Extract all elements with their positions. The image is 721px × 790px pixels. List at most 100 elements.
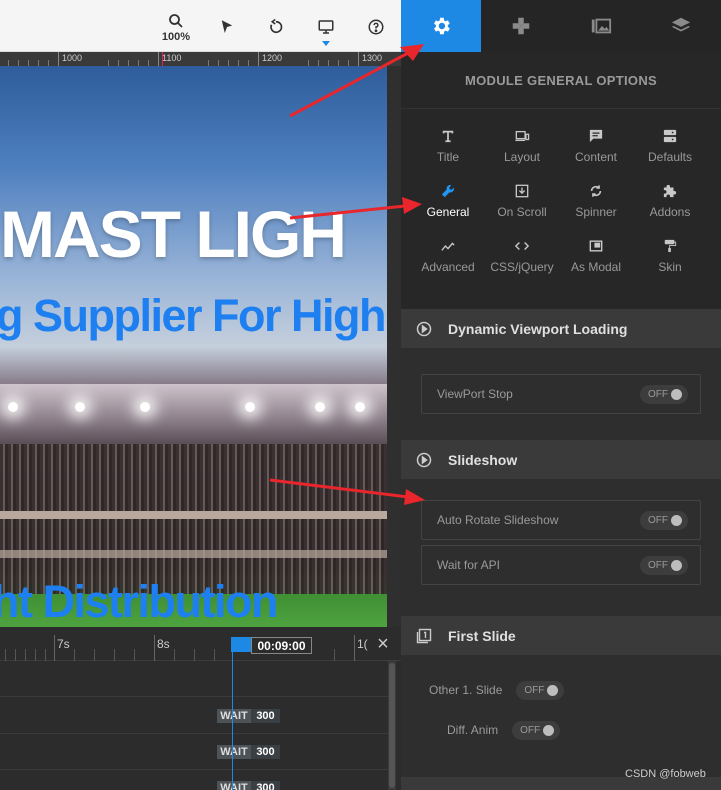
timeline-row[interactable] (0, 661, 388, 697)
option-addons[interactable]: Addons (630, 164, 710, 219)
module-options-grid: Title Layout Content Defaults General On… (401, 109, 721, 309)
toggle-knob (671, 560, 682, 571)
option-label: Content (574, 150, 618, 164)
playhead-handle[interactable] (231, 637, 251, 652)
wait-badge[interactable]: WAIT 300 (217, 781, 280, 790)
scrollbar-thumb[interactable] (389, 663, 395, 788)
option-on-scroll[interactable]: On Scroll (482, 164, 562, 219)
option-css-jquery[interactable]: CSS/jQuery (482, 219, 562, 274)
content-icon (589, 129, 603, 143)
timeline-label: 8s (157, 637, 170, 651)
wait-value: 300 (251, 781, 280, 790)
wait-badge[interactable]: WAIT 300 (217, 709, 280, 723)
slide-headline[interactable]: MAST LIGH (0, 196, 347, 272)
option-title[interactable]: Title (408, 109, 488, 164)
tab-layers[interactable] (641, 0, 721, 52)
timeline-row[interactable]: WAIT 300 (0, 734, 388, 770)
option-diff-anim: Diff. Anim OFF (447, 720, 561, 740)
timeline-row[interactable]: WAIT 300 (0, 698, 388, 734)
help-icon (368, 19, 384, 35)
viewport-stop-toggle[interactable]: OFF (640, 385, 688, 404)
play-circle-icon (416, 452, 432, 467)
option-as-modal[interactable]: As Modal (556, 219, 636, 274)
timeline-row[interactable]: WAIT 300 (0, 770, 388, 790)
option-row-wait-for-api: Wait for API OFF (421, 545, 701, 585)
option-defaults[interactable]: Defaults (630, 109, 710, 164)
canvas-scrollbar[interactable] (387, 66, 401, 627)
app-root: 100% 1000 1100 1200 1300 MAST LIGH g Sup… (0, 0, 721, 790)
tab-navigation[interactable] (481, 0, 561, 52)
timeline-ruler: 7s 8s 1( (0, 627, 401, 661)
wait-label: WAIT (217, 709, 251, 723)
option-label: CSS/jQuery (490, 260, 554, 274)
option-row-auto-rotate: Auto Rotate Slideshow OFF (421, 500, 701, 540)
toggle-state: OFF (648, 515, 668, 526)
option-spinner[interactable]: Spinner (556, 164, 636, 219)
title-icon (442, 130, 454, 143)
option-skin[interactable]: Skin (630, 219, 710, 274)
wait-value: 300 (251, 745, 280, 759)
option-row-label: Diff. Anim (447, 723, 499, 737)
slide-subheadline[interactable]: g Supplier For High (0, 290, 386, 342)
close-timeline-icon[interactable]: × (374, 634, 392, 654)
undo-button[interactable] (259, 10, 293, 44)
toggle-state: OFF (524, 684, 545, 696)
option-label: Advanced (421, 260, 475, 274)
section-title: Dynamic Viewport Loading (448, 320, 628, 337)
option-advanced[interactable]: Advanced (408, 219, 488, 274)
layout-icon (515, 130, 530, 142)
option-label: Addons (649, 205, 691, 219)
section-body-slideshow: Auto Rotate Slideshow OFF Wait for API O… (401, 479, 721, 616)
help-button[interactable] (359, 10, 393, 44)
timeline-panel: 7s 8s 1( 00:09:00 × WAIT 300 WAIT 300 WA… (0, 627, 401, 790)
panel-tabs (401, 0, 721, 52)
section-header-viewport[interactable]: Dynamic Viewport Loading (401, 309, 721, 348)
option-row-viewport-stop: ViewPort Stop OFF (421, 374, 701, 414)
stadium-roof-image (0, 384, 401, 444)
undo-icon (270, 18, 283, 34)
first-slide-icon (416, 628, 432, 643)
advanced-icon (441, 242, 455, 251)
select-tool-button[interactable] (210, 10, 244, 44)
option-general[interactable]: General (408, 164, 488, 219)
floodlight (245, 402, 255, 412)
panel-title: MODULE GENERAL OPTIONS (401, 52, 721, 109)
wait-for-api-toggle[interactable]: OFF (640, 556, 688, 575)
slide-bottom-text[interactable]: ht Distribution (0, 576, 278, 627)
spinner-icon (590, 185, 602, 197)
zoom-label: 100% (161, 30, 191, 43)
tab-slides[interactable] (561, 0, 641, 52)
other-first-slide-toggle[interactable]: OFF (516, 680, 565, 700)
current-time-display[interactable]: 00:09:00 (251, 637, 312, 654)
toggle-state: OFF (648, 389, 668, 400)
section-header-first-slide[interactable]: First Slide (401, 616, 721, 655)
horizontal-ruler: 1000 1100 1200 1300 (0, 52, 401, 66)
option-label: General (426, 205, 470, 219)
option-label: Defaults (647, 150, 693, 164)
section-title: First Slide (448, 627, 516, 644)
active-device-indicator (322, 41, 330, 46)
slide-canvas[interactable]: MAST LIGH g Supplier For High ht Distrib… (0, 66, 401, 627)
option-label: Spinner (575, 205, 617, 219)
ruler-cursor (162, 52, 163, 66)
section-body-first-slide: Other 1. Slide OFF Diff. Anim OFF (401, 655, 721, 777)
timeline-scrollbar[interactable] (388, 661, 396, 790)
option-label: Layout (503, 150, 541, 164)
tab-module-settings[interactable] (401, 0, 481, 52)
timeline-label: 1( (357, 637, 368, 651)
zoom-button[interactable]: 100% (159, 10, 193, 44)
section-header-slideshow[interactable]: Slideshow (401, 440, 721, 479)
floodlight (315, 402, 325, 412)
code-icon (514, 242, 530, 250)
editor-toolbar: 100% (0, 0, 401, 52)
device-desktop-button[interactable] (309, 10, 343, 46)
option-label: As Modal (570, 260, 622, 274)
toggle-knob (671, 389, 682, 400)
option-layout[interactable]: Layout (482, 109, 562, 164)
diff-anim-toggle[interactable]: OFF (512, 720, 561, 740)
monitor-icon (318, 20, 334, 34)
auto-rotate-toggle[interactable]: OFF (640, 511, 688, 530)
ruler-label: 1200 (262, 53, 283, 63)
option-content[interactable]: Content (556, 109, 636, 164)
wait-badge[interactable]: WAIT 300 (217, 745, 280, 759)
